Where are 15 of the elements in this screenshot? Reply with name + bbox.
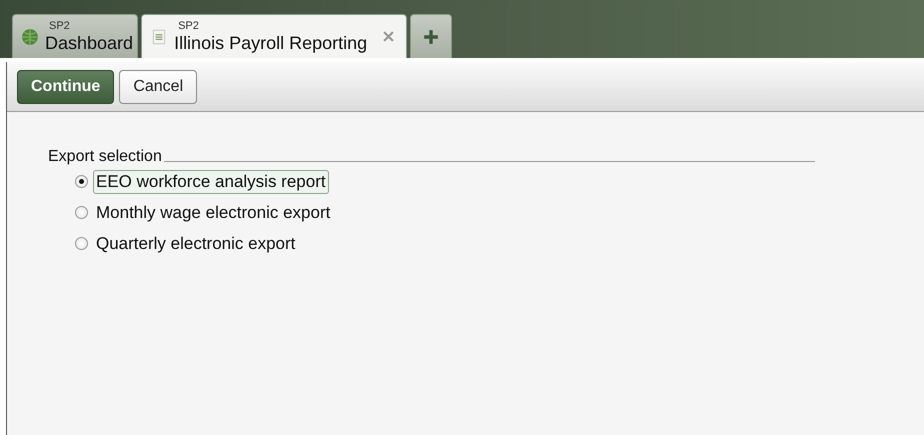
radio-button[interactable] bbox=[75, 237, 88, 250]
continue-button[interactable]: Continue bbox=[17, 70, 114, 104]
tab[interactable]: SP2 Dashboard bbox=[12, 14, 138, 58]
radio-label[interactable]: Quarterly electronic export bbox=[93, 232, 298, 256]
new-tab-button[interactable] bbox=[410, 14, 452, 58]
cancel-button[interactable]: Cancel bbox=[119, 70, 198, 104]
tab[interactable]: SP2 Illinois Payroll Reporting bbox=[141, 14, 408, 58]
plus-icon bbox=[423, 28, 440, 44]
close-icon[interactable] bbox=[383, 31, 394, 42]
radio-button[interactable] bbox=[75, 206, 88, 219]
radio-label[interactable]: Monthly wage electronic export bbox=[93, 200, 334, 224]
radio-button[interactable] bbox=[75, 175, 88, 188]
radio-label[interactable]: EEO workforce analysis report bbox=[93, 170, 329, 194]
globe-icon bbox=[21, 28, 39, 46]
group-legend: Export selection bbox=[48, 148, 162, 166]
